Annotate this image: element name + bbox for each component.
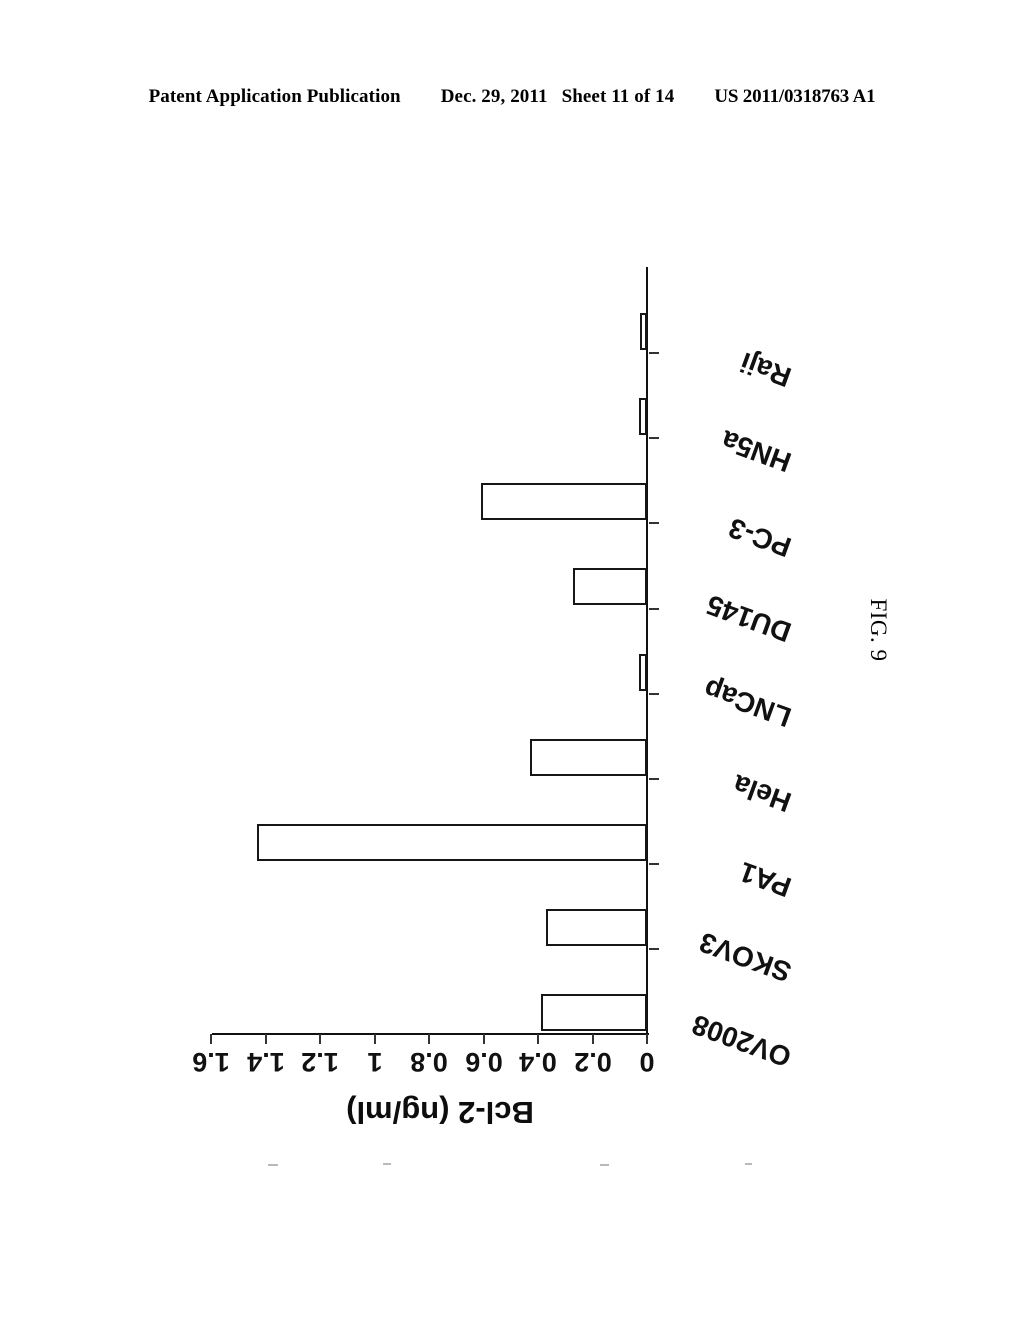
scan-artifact (268, 1164, 278, 1166)
scan-artifact (383, 1163, 391, 1165)
value-axis-tick (646, 1034, 648, 1044)
bar-ov2008 (540, 993, 647, 1031)
figure-caption: FIG. 9 (866, 598, 891, 662)
value-axis-tick-label: 1.4 (246, 1047, 285, 1077)
value-axis-tick-label: 1.2 (301, 1047, 339, 1077)
value-axis-tick-label: 0 (639, 1047, 655, 1077)
figure-area: 0 0.2 0.4 0.6 0.8 1 1.2 1.4 1.6 OV2008 SKOV3 PA1 He… (0, 150, 1024, 1210)
bar-raji (640, 313, 647, 351)
header-sheet: Sheet 11 of 14 (561, 86, 675, 107)
patent-header: Patent Application Publication Dec. 29, … (0, 86, 1024, 116)
value-axis-tick (591, 1034, 594, 1044)
category-axis-tick (649, 862, 659, 865)
bar-du145 (573, 568, 647, 606)
bar-hela (529, 738, 647, 776)
value-axis-tick-label: 0.6 (464, 1047, 503, 1077)
scan-artifact (745, 1163, 752, 1165)
value-axis-tick (264, 1034, 267, 1044)
value-axis-tick-label: 0.4 (519, 1047, 557, 1077)
category-axis-tick (649, 607, 659, 610)
category-axis-tick (649, 437, 659, 440)
category-axis-tick (649, 692, 659, 695)
category-axis-tick (649, 947, 659, 950)
value-axis-tick (428, 1034, 430, 1044)
value-axis-title: Bcl-2 (ng/ml) (346, 1095, 534, 1130)
value-axis-tick (537, 1034, 539, 1044)
category-axis-tick (649, 352, 659, 355)
value-axis-tick (319, 1034, 321, 1044)
value-axis-tick (210, 1034, 212, 1044)
scan-artifact (600, 1164, 609, 1166)
header-patent-number: US 2011/0318763 A1 (714, 86, 876, 107)
bar-hn5a (638, 398, 647, 436)
value-axis-tick-label: 1 (366, 1047, 383, 1077)
value-axis-tick (373, 1034, 376, 1044)
value-axis-tick-label: 0.8 (410, 1047, 448, 1077)
header-date: Dec. 29, 2011 (440, 86, 548, 107)
value-axis-tick-label: 0.2 (573, 1047, 612, 1077)
bar-pc-3 (480, 483, 647, 521)
header-publication: Patent Application Publication (148, 86, 401, 107)
bar-lncap (638, 653, 647, 691)
value-axis-tick (482, 1034, 485, 1044)
category-axis-tick (649, 777, 659, 780)
bar-skov3 (546, 908, 647, 946)
bar-pa1 (257, 823, 647, 861)
value-axis-tick-label: 1.6 (192, 1047, 230, 1077)
category-axis-tick (649, 522, 659, 525)
